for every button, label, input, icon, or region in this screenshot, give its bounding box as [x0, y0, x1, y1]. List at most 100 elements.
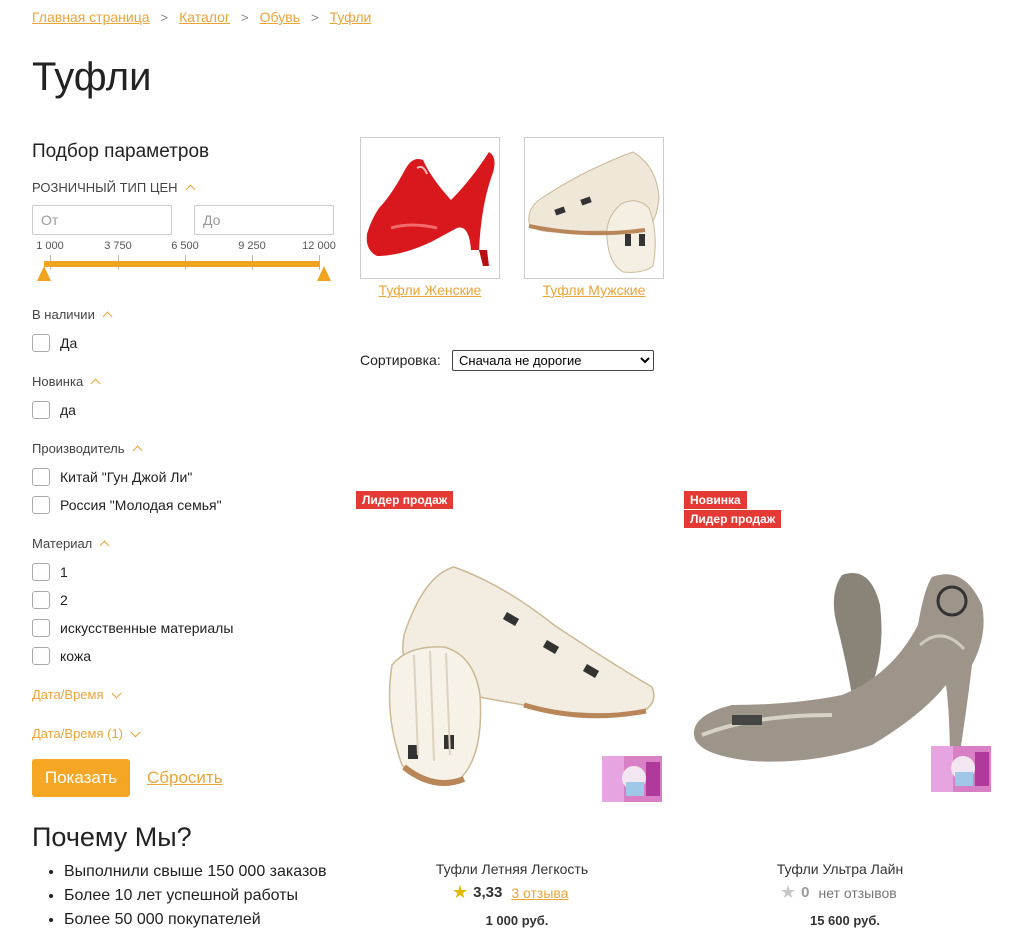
- price-tick-label: 9 250: [238, 240, 266, 252]
- checkbox-manufacturer-russia[interactable]: Россия "Молодая семья": [32, 496, 222, 514]
- chevron-right-icon: >: [241, 9, 249, 25]
- show-button[interactable]: Показать: [32, 759, 130, 797]
- category-women-image[interactable]: [360, 137, 500, 279]
- checkbox-label: Китай "Гун Джой Ли": [60, 469, 193, 485]
- page-title: Туфли: [32, 55, 152, 99]
- chevron-right-icon: >: [160, 9, 169, 25]
- breadcrumb-current[interactable]: Туфли: [330, 9, 372, 25]
- price-tick-label: 1 000: [36, 240, 64, 252]
- checkbox-manufacturer-china[interactable]: Китай "Гун Джой Ли": [32, 468, 192, 486]
- material-label: Материал: [32, 536, 93, 551]
- breadcrumb-home[interactable]: Главная страница: [32, 9, 150, 25]
- checkbox-label: да: [60, 402, 76, 418]
- product-image[interactable]: [692, 565, 992, 765]
- star-icon: ★: [780, 882, 797, 902]
- badge-new: Новинка: [684, 491, 747, 509]
- checkbox-label: 2: [60, 592, 68, 608]
- datetime1-label: Дата/Время (1): [32, 726, 124, 741]
- price-from-input[interactable]: [32, 205, 172, 235]
- rating-value: 3,33: [473, 884, 503, 901]
- product-name[interactable]: Туфли Ультра Лайн: [740, 861, 940, 877]
- badge-bestseller: Лидер продаж: [684, 510, 782, 528]
- checkbox[interactable]: [32, 334, 50, 352]
- checkbox-label: Россия "Молодая семья": [60, 497, 222, 513]
- chevron-up-icon: [185, 184, 195, 195]
- in-stock-heading[interactable]: В наличии: [32, 307, 113, 322]
- checkbox[interactable]: [32, 496, 50, 514]
- reset-link[interactable]: Сбросить: [147, 768, 223, 788]
- white-sandal-shoe-image: [528, 151, 660, 273]
- chevron-up-icon: [99, 540, 110, 551]
- checkbox[interactable]: [32, 468, 50, 486]
- price-slider-track[interactable]: [44, 261, 320, 267]
- category-men-link[interactable]: Туфли Мужские: [524, 282, 664, 298]
- reviews-text: нет отзывов: [818, 884, 897, 901]
- price-to-input[interactable]: [194, 205, 334, 235]
- filter-title: Подбор параметров: [32, 141, 210, 162]
- checkbox[interactable]: [32, 619, 50, 637]
- checkbox[interactable]: [32, 591, 50, 609]
- chevron-up-icon: [102, 311, 113, 322]
- category-men-image[interactable]: [524, 137, 664, 279]
- checkbox-label: 1: [60, 564, 68, 580]
- chevron-right-icon: >: [310, 9, 319, 25]
- checkbox-novelty-yes[interactable]: да: [32, 401, 76, 419]
- manufacturer-heading[interactable]: Производитель: [32, 441, 142, 456]
- price-tick-label: 12 000: [302, 240, 336, 252]
- star-icon: ★: [452, 882, 469, 902]
- checkbox-label: кожа: [60, 648, 92, 664]
- avatar: [931, 746, 991, 792]
- sort-label: Сортировка:: [360, 352, 441, 368]
- sort-select[interactable]: Сначала не дорогие: [452, 350, 654, 371]
- checkbox-label: Да: [60, 335, 78, 351]
- breadcrumb: Главная страница > Каталог > Обувь > Туф…: [32, 9, 371, 25]
- price-filter-heading[interactable]: РОЗНИЧНЫЙ ТИП ЦЕН: [32, 180, 195, 195]
- datetime1-heading[interactable]: Дата/Время (1): [32, 726, 141, 741]
- novelty-label: Новинка: [32, 374, 84, 389]
- list-item: Более 10 лет успешной работы: [64, 884, 327, 908]
- price-slider-min-handle[interactable]: [37, 266, 51, 281]
- avatar-image: [602, 756, 662, 802]
- checkbox[interactable]: [32, 401, 50, 419]
- chevron-down-icon: [111, 688, 121, 698]
- material-heading[interactable]: Материал: [32, 536, 110, 551]
- chevron-up-icon: [132, 445, 142, 456]
- category-women-link[interactable]: Туфли Женские: [360, 282, 500, 298]
- price-filter-label: РОЗНИЧНЫЙ ТИП ЦЕН: [32, 180, 178, 195]
- manufacturer-label: Производитель: [32, 441, 125, 456]
- reviews-link[interactable]: 3 отзыва: [511, 885, 568, 901]
- badge-bestseller: Лидер продаж: [356, 491, 454, 509]
- in-stock-label: В наличии: [32, 307, 95, 322]
- chevron-up-icon: [90, 378, 101, 389]
- checkbox-material-synthetic[interactable]: искусственные материалы: [32, 619, 233, 637]
- breadcrumb-shoes[interactable]: Обувь: [260, 9, 300, 25]
- product-price: 15 600 руб.: [809, 913, 880, 928]
- product-rating: ★ 3,33 3 отзыва: [452, 882, 568, 903]
- checkbox[interactable]: [32, 647, 50, 665]
- price-tick-label: 3 750: [104, 240, 132, 252]
- product-rating: ★ 0 нет отзывов: [780, 882, 897, 903]
- checkbox-label: искусственные материалы: [60, 620, 234, 636]
- datetime-label: Дата/Время: [32, 687, 104, 702]
- product-name[interactable]: Туфли Летняя Легкость: [412, 861, 612, 877]
- avatar-image: [931, 746, 991, 792]
- price-slider-max-handle[interactable]: [317, 266, 331, 281]
- checkbox[interactable]: [32, 563, 50, 581]
- checkbox-material-leather[interactable]: кожа: [32, 647, 91, 665]
- list-item: Более 50 000 покупателей: [64, 908, 327, 932]
- red-heel-shoe-image: [366, 152, 495, 266]
- silver-heel-shoe-image: [693, 573, 984, 765]
- breadcrumb-catalog[interactable]: Каталог: [179, 9, 230, 25]
- why-us-list: Выполнили свыше 150 000 заказов Более 10…: [32, 860, 327, 932]
- checkbox-in-stock-yes[interactable]: Да: [32, 334, 77, 352]
- checkbox-material-2[interactable]: 2: [32, 591, 68, 609]
- datetime-heading[interactable]: Дата/Время: [32, 687, 121, 702]
- price-tick-label: 6 500: [171, 240, 199, 252]
- why-us-title: Почему Мы?: [32, 822, 192, 852]
- rating-value: 0: [801, 884, 810, 901]
- chevron-down-icon: [130, 727, 141, 737]
- checkbox-material-1[interactable]: 1: [32, 563, 68, 581]
- list-item: Выполнили свыше 150 000 заказов: [64, 860, 327, 884]
- novelty-heading[interactable]: Новинка: [32, 374, 101, 389]
- avatar: [602, 756, 662, 802]
